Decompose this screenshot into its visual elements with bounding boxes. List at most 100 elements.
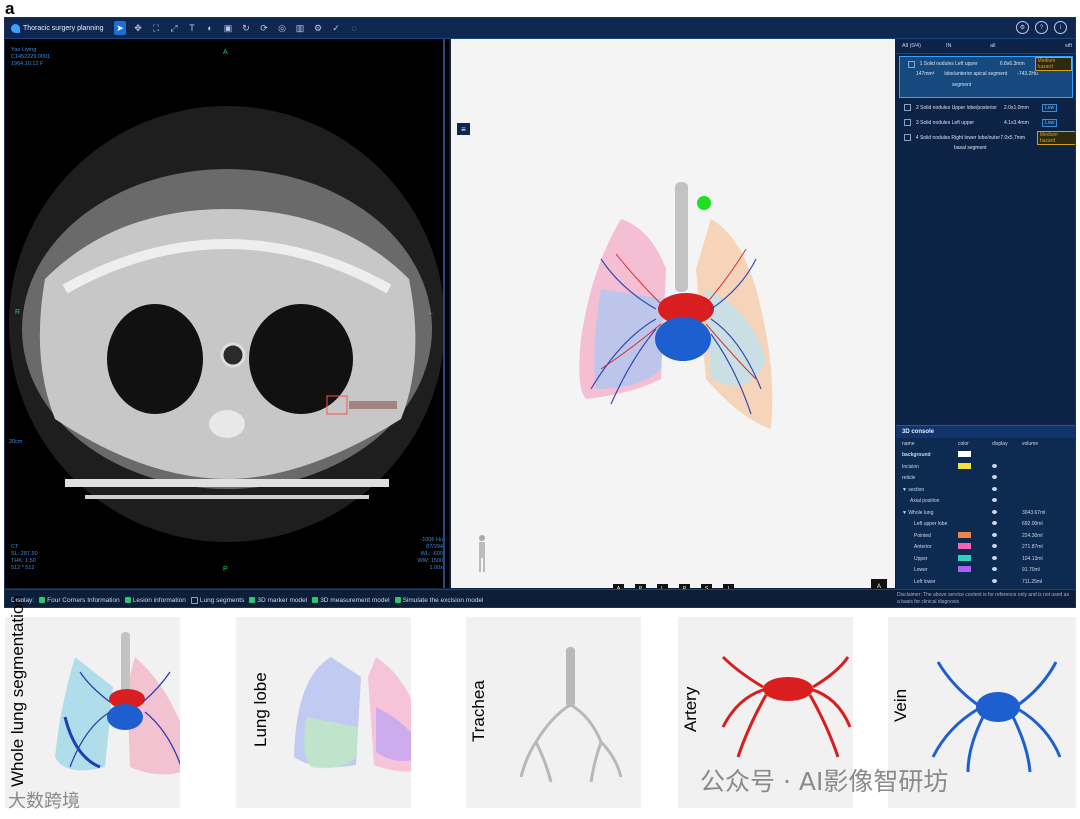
eye-icon[interactable]: [992, 463, 997, 468]
console-row-display: [992, 463, 1022, 470]
console-row[interactable]: Incision: [896, 461, 1075, 473]
ct-scrollbar[interactable]: [443, 39, 445, 588]
color-swatch[interactable]: [958, 462, 971, 469]
console-row[interactable]: Pointed 224.30ml: [896, 530, 1075, 542]
console-row-name: Anterior: [914, 544, 932, 551]
console-row[interactable]: Axial position: [896, 496, 1075, 508]
display-checkbox[interactable]: [190, 596, 198, 604]
direction-top: A: [223, 49, 228, 56]
text-icon[interactable]: T: [186, 21, 198, 35]
hazard-badge: Low: [1042, 118, 1058, 127]
console-row[interactable]: ▼ section: [896, 484, 1075, 496]
eye-icon[interactable]: [992, 532, 997, 537]
3d-icon[interactable]: ◎: [276, 21, 288, 35]
select-icon[interactable]: ➤: [114, 21, 126, 35]
display-checkbox[interactable]: [312, 597, 319, 603]
lesion-size: 7.0x5.7mm: [1000, 134, 1026, 141]
console-row[interactable]: Anterior 271.87ml: [896, 542, 1075, 554]
slice-index: 87/294: [426, 544, 443, 550]
console-row[interactable]: Left lower 711.25ml: [896, 576, 1075, 588]
eye-icon[interactable]: [992, 509, 997, 514]
eye-icon[interactable]: [992, 544, 997, 549]
eye-icon[interactable]: [992, 475, 997, 480]
ct-viewport[interactable]: Yao Liying C1452229.0001 1964.10.12 F A …: [5, 39, 449, 588]
console-row-display: [992, 475, 1022, 481]
display-checkbox[interactable]: [39, 597, 46, 603]
filter-all-select[interactable]: All (0/4): [896, 43, 940, 49]
console-row[interactable]: Upper 104.13ml: [896, 553, 1075, 565]
3d-viewport[interactable]: ≡ APLRSI A: [451, 39, 895, 595]
settings-view-icon[interactable]: ⚙: [312, 21, 324, 35]
display-option-label: Lung segments: [199, 596, 245, 604]
lesion-checkbox[interactable]: [908, 60, 915, 68]
console-row-name: background: [902, 452, 931, 459]
lesion-item-1[interactable]: 1 Solid nodules Left upper 6.8x6.3mm Med…: [899, 56, 1073, 98]
color-swatch[interactable]: [958, 543, 971, 550]
gear-icon[interactable]: ⚙: [1016, 21, 1029, 34]
layout-icon[interactable]: ▥: [294, 21, 306, 35]
color-swatch[interactable]: [958, 566, 971, 573]
console-row-display: [992, 544, 1022, 550]
display-option-label: 3D measurement model: [320, 596, 390, 604]
direction-right: L: [429, 309, 433, 316]
col-name: name: [902, 440, 915, 447]
console-row[interactable]: Lower 91.70ml: [896, 565, 1075, 577]
eye-icon[interactable]: [992, 521, 997, 526]
hu-value: -1006 Hu: [420, 537, 443, 543]
direction-left: R: [15, 309, 21, 316]
eye-icon[interactable]: [992, 486, 997, 491]
lesion-checkbox[interactable]: [904, 119, 911, 126]
eye-icon[interactable]: [992, 567, 997, 572]
console-row-color: [958, 543, 992, 551]
console-row-name: ▼ Whole lung: [902, 509, 934, 516]
console-row-volume: 224.30ml: [1022, 532, 1043, 539]
rotate-icon[interactable]: ↻: [240, 21, 252, 35]
patient-info: Yao Liying C1452229.0001 1964.10.12 F: [11, 47, 50, 68]
console-row[interactable]: ▼ Whole lung 3043.67ml: [896, 507, 1075, 519]
thumb-trachea: Trachea: [466, 617, 641, 808]
display-options-bar: Display: Four Corners Information Lesion …: [5, 589, 1075, 607]
display-checkbox[interactable]: [124, 597, 131, 603]
eye-icon[interactable]: [992, 555, 997, 560]
direction-bottom: P: [223, 566, 228, 573]
sift-button[interactable]: sift: [1028, 43, 1075, 49]
measure-icon[interactable]: ⤢: [168, 21, 180, 35]
filter-type-select[interactable]: all: [984, 43, 1028, 49]
color-swatch[interactable]: [958, 451, 971, 458]
window-icon[interactable]: ◐: [204, 21, 216, 35]
console-row-volume: 104.13ml: [1022, 555, 1043, 562]
display-checkbox[interactable]: [249, 597, 256, 603]
lesion-item-2[interactable]: 2 Solid nodules Upper lobe/posterior 2.0x…: [896, 100, 1075, 115]
lesion-item-3[interactable]: 3 Solid nodules Left upper 4.1x3.4mm Low: [896, 115, 1075, 130]
lesion-volume: 147mm³: [916, 71, 935, 77]
console-row-volume: 3043.67ml: [1022, 509, 1046, 516]
lesion-desc: 2 Solid nodules Upper lobe/posterior: [916, 104, 997, 111]
info-icon[interactable]: i: [1054, 21, 1067, 34]
col-display: display: [992, 440, 1008, 447]
zoom-icon[interactable]: ⛶: [150, 21, 162, 35]
display-checkbox[interactable]: [394, 597, 401, 603]
lesion-checkbox[interactable]: [904, 104, 911, 111]
lesion-checkbox[interactable]: [904, 134, 911, 141]
lesion-item-4[interactable]: 4 Solid nodules Right lower lobe/outer 7.…: [896, 130, 1075, 145]
console-row-color: [958, 462, 992, 471]
ct-thickness: THK: 1.50: [11, 558, 36, 564]
help-icon[interactable]: ?: [1035, 21, 1048, 34]
pan-icon[interactable]: ✥: [132, 21, 144, 35]
check-icon[interactable]: ✓: [330, 21, 342, 35]
crop-icon[interactable]: ▣: [222, 21, 234, 35]
console-row-name: Left lower: [914, 578, 936, 585]
eye-icon[interactable]: [992, 498, 997, 503]
eye-icon[interactable]: [992, 578, 997, 583]
console-row[interactable]: reticle: [896, 473, 1075, 485]
loading-icon[interactable]: ◌: [348, 21, 360, 35]
color-swatch[interactable]: [958, 531, 971, 538]
color-swatch[interactable]: [958, 554, 971, 561]
reset-icon[interactable]: ⟳: [258, 21, 270, 35]
ct-slice-location: SL: 287.50: [11, 551, 38, 557]
console-row[interactable]: Left upper lobe 692.00ml: [896, 519, 1075, 531]
window-params: -1006 Hu 87/294 WL: -600 WW: 1500 1.00x: [417, 537, 443, 572]
console-row-display: [992, 509, 1022, 516]
console-row[interactable]: background: [896, 450, 1075, 462]
filter-in-select[interactable]: IN: [940, 43, 984, 49]
